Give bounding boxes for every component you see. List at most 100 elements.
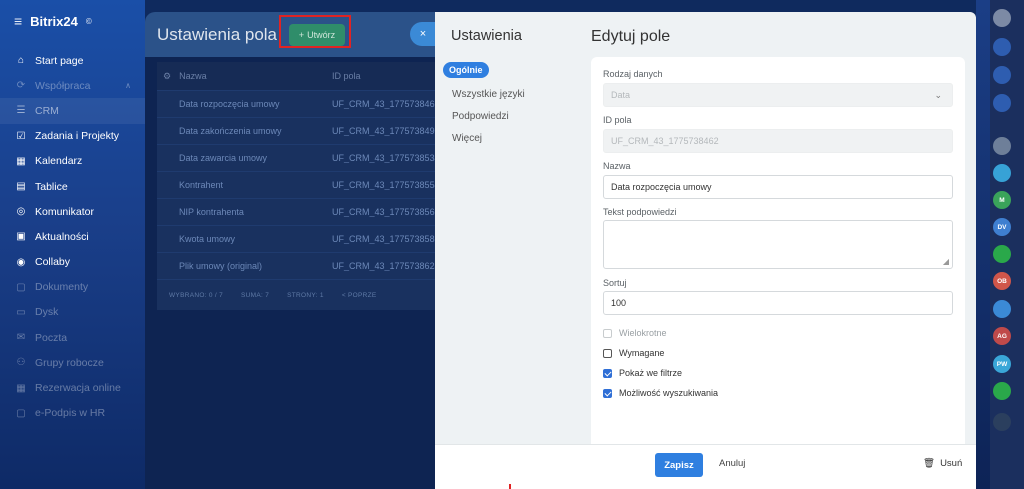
name-input[interactable]: Data rozpoczęcia umowy bbox=[603, 175, 953, 199]
sidebar-item-icon: ⟳ bbox=[16, 80, 26, 92]
table-footer: WYBRANO: 0 / 7 SUMA: 7 STRONY: 1 < POPRZ… bbox=[157, 280, 445, 310]
sidebar-item[interactable]: ⟳ Współpraca ∧ bbox=[0, 73, 145, 98]
table-row[interactable]: Data zawarcia umowy UF_CRM_43_1775738534 bbox=[157, 145, 445, 172]
rail-avatar[interactable] bbox=[993, 382, 1011, 400]
checkbox[interactable] bbox=[603, 348, 612, 358]
brand-name[interactable]: Bitrix24 bbox=[30, 14, 78, 29]
sidebar-item[interactable]: ✉ Poczta bbox=[0, 325, 145, 350]
field-name[interactable]: Data zawarcia umowy bbox=[157, 153, 332, 163]
field-id: UF_CRM_43_1775738565 bbox=[332, 207, 440, 217]
table-row[interactable]: Data zakończenia umowy UF_CRM_43_17757384… bbox=[157, 118, 445, 145]
chevron-up-icon[interactable]: ∧ bbox=[125, 81, 131, 90]
rail-avatar[interactable]: DV bbox=[993, 218, 1011, 236]
edit-field-form: Rodzaj danych Data ⌄ ID pola UF_CRM_43_1… bbox=[591, 57, 965, 452]
checkbox-field[interactable]: Pokaż we filtrze bbox=[603, 368, 682, 378]
sidebar-item[interactable]: ▤ Tablice bbox=[0, 174, 145, 199]
table-row[interactable]: NIP kontrahenta UF_CRM_43_1775738565 bbox=[157, 199, 445, 226]
sidebar-item-label: Aktualności bbox=[35, 230, 89, 243]
field-name[interactable]: Kwota umowy bbox=[157, 234, 332, 244]
field-name[interactable]: Data rozpoczęcia umowy bbox=[157, 99, 332, 109]
checkbox[interactable] bbox=[603, 388, 612, 398]
checkbox[interactable] bbox=[603, 328, 612, 338]
main-sidebar: ≡ Bitrix24 © ⌂ Start page ⟳ Współpraca ∧ ☰ CRM ☑… bbox=[0, 0, 145, 489]
rail-avatar[interactable] bbox=[993, 164, 1011, 182]
sidebar-item[interactable]: ☰ CRM bbox=[0, 98, 145, 124]
save-button[interactable]: Zapisz bbox=[655, 453, 703, 477]
fields-table: ⚙ Nazwa ID pola Data rozpoczęcia umowy UF_… bbox=[157, 62, 445, 310]
checkbox-field[interactable]: Wymagane bbox=[603, 348, 664, 358]
page-title: Ustawienia pola bbox=[157, 24, 278, 44]
checkbox-field[interactable]: Możliwość wyszukiwania bbox=[603, 388, 718, 398]
sidebar-item[interactable]: ▢ e-Podpis w HR bbox=[0, 401, 145, 426]
field-name[interactable]: Data zakończenia umowy bbox=[157, 126, 332, 136]
checkbox-field[interactable]: Wielokrotne bbox=[603, 328, 667, 338]
hint-label: Tekst podpowiedzi bbox=[603, 207, 677, 217]
table-row[interactable]: Kwota umowy UF_CRM_43_1775738587 bbox=[157, 226, 445, 253]
tab-more[interactable]: Więcej bbox=[452, 133, 525, 144]
data-type-select[interactable]: Data ⌄ bbox=[603, 83, 953, 107]
table-row[interactable]: Data rozpoczęcia umowy UF_CRM_43_17757384… bbox=[157, 91, 445, 118]
data-type-label: Rodzaj danych bbox=[603, 69, 663, 79]
field-id: UF_CRM_43_1775738462 bbox=[332, 99, 440, 109]
cancel-button[interactable]: Anuluj bbox=[719, 458, 745, 469]
sidebar-item[interactable]: ◉ Collaby bbox=[0, 250, 145, 275]
column-name[interactable]: Nazwa bbox=[179, 71, 207, 82]
chevron-down-icon: ⌄ bbox=[934, 89, 942, 100]
name-value: Data rozpoczęcia umowy bbox=[611, 182, 712, 192]
sort-label: Sortuj bbox=[603, 278, 627, 288]
rail-avatar[interactable] bbox=[993, 9, 1011, 27]
sidebar-item[interactable]: ▢ Dokumenty bbox=[0, 275, 145, 300]
rail-avatar[interactable]: PW bbox=[993, 355, 1011, 373]
close-icon[interactable]: × bbox=[410, 22, 436, 46]
sidebar-item-icon: ▦ bbox=[16, 155, 26, 167]
field-name[interactable]: Kontrahent bbox=[157, 180, 332, 190]
sidebar-item-label: Kalendarz bbox=[35, 155, 83, 168]
cursor-mark bbox=[509, 484, 511, 489]
sidebar-item-label: Zadania i Projekty bbox=[35, 130, 120, 143]
sidebar-item[interactable]: ▭ Dysk bbox=[0, 300, 145, 325]
sidebar-item-icon: ◎ bbox=[16, 206, 26, 218]
delete-button[interactable]: 🗑 Usuń bbox=[923, 458, 962, 469]
rail-avatar[interactable]: OB bbox=[993, 272, 1011, 290]
sidebar-item[interactable]: ⚇ Grupy robocze bbox=[0, 350, 145, 375]
sidebar-item-label: CRM bbox=[35, 104, 59, 117]
sidebar-item[interactable]: ▣ Aktualności bbox=[0, 224, 145, 249]
sidebar-item-icon: ▦ bbox=[16, 382, 26, 394]
sidebar-item[interactable]: ▦ Rezerwacja online bbox=[0, 375, 145, 400]
sidebar-item-icon: ✉ bbox=[16, 332, 26, 344]
rail-avatar[interactable] bbox=[993, 137, 1011, 155]
table-row[interactable]: Kontrahent UF_CRM_43_1775738554 bbox=[157, 172, 445, 199]
resize-handle-icon[interactable]: ◢ bbox=[943, 257, 949, 266]
tab-general[interactable]: Ogólnie bbox=[443, 62, 489, 78]
rail-avatar[interactable] bbox=[993, 94, 1011, 112]
sidebar-item[interactable]: ☑ Zadania i Projekty bbox=[0, 124, 145, 149]
checkbox[interactable] bbox=[603, 368, 612, 378]
sidebar-item[interactable]: ⌂ Start page bbox=[0, 48, 145, 73]
gear-icon[interactable]: ⚙ bbox=[163, 71, 171, 82]
rail-avatar[interactable]: AG bbox=[993, 327, 1011, 345]
sort-input[interactable]: 100 bbox=[603, 291, 953, 315]
field-name[interactable]: NIP kontrahenta bbox=[157, 207, 332, 217]
menu-icon[interactable]: ≡ bbox=[14, 13, 22, 29]
prev-page-link[interactable]: < POPRZE bbox=[342, 292, 377, 299]
field-id-input[interactable]: UF_CRM_43_1775738462 bbox=[603, 129, 953, 153]
rail-avatar[interactable] bbox=[993, 38, 1011, 56]
hint-textarea[interactable]: ◢ bbox=[603, 220, 953, 269]
rail-avatar[interactable]: M bbox=[993, 191, 1011, 209]
rail-avatar[interactable] bbox=[993, 413, 1011, 431]
trash-icon: 🗑 bbox=[923, 458, 936, 469]
field-id: UF_CRM_43_1775738554 bbox=[332, 180, 440, 190]
tab-hints[interactable]: Podpowiedzi bbox=[452, 111, 525, 122]
right-rail: M DV OB AG PW bbox=[976, 0, 1024, 489]
rail-avatar[interactable] bbox=[993, 245, 1011, 263]
rail-avatar[interactable] bbox=[993, 66, 1011, 84]
sidebar-item-icon: ☑ bbox=[16, 130, 26, 142]
sidebar-item[interactable]: ▦ Kalendarz bbox=[0, 149, 145, 174]
column-id[interactable]: ID pola bbox=[332, 71, 445, 81]
sidebar-item[interactable]: ◎ Komunikator bbox=[0, 199, 145, 224]
tab-all-languages[interactable]: Wszystkie języki bbox=[452, 89, 525, 100]
rail-avatar[interactable] bbox=[993, 300, 1011, 318]
table-row[interactable]: Plik umowy (original) UF_CRM_43_177573862… bbox=[157, 253, 445, 280]
field-name[interactable]: Plik umowy (original) bbox=[157, 261, 332, 271]
settings-panel: Ustawienia Ogólnie Wszystkie języki Podp… bbox=[435, 12, 976, 489]
